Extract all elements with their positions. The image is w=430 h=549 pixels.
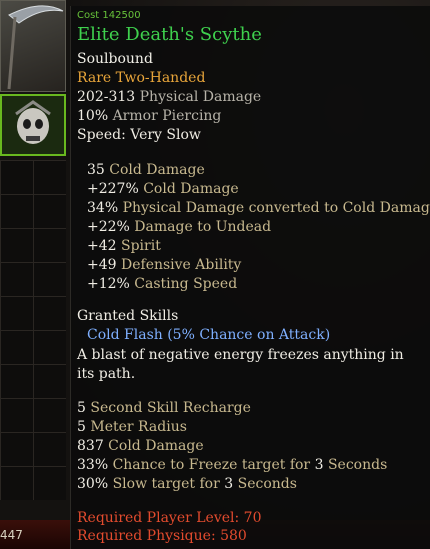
mod-label: Cold Damage [138, 181, 239, 197]
skill-stat-value: 5 [77, 419, 86, 435]
skill-stat-value: 5 [77, 400, 86, 416]
mod-label: Casting Speed [129, 276, 238, 292]
item-mod: +49 Defensive Ability [87, 257, 241, 273]
mod-value: +42 [87, 238, 117, 254]
skill-stat-tail: Seconds [323, 457, 388, 473]
helm-slot[interactable] [0, 94, 66, 156]
item-mod: 34% Physical Damage converted to Cold Da… [87, 200, 430, 216]
mod-value: 35 [87, 162, 105, 178]
inventory-grid[interactable] [0, 160, 66, 500]
base-stat: 202-313 Physical Damage [77, 89, 261, 105]
mod-value: +12% [87, 276, 130, 292]
item-tooltip: Cost 142500 Elite Death's Scythe Soulbou… [70, 6, 430, 549]
mod-label: Spirit [116, 238, 161, 254]
skill-stat-value: 837 [77, 438, 104, 454]
item-mod: +42 Spirit [87, 238, 161, 254]
scythe-icon [7, 5, 64, 90]
requirement-level: Required Player Level: 70 [77, 510, 262, 526]
requirement-physique: Required Physique: 580 [77, 528, 247, 544]
gold-count: 447 [0, 528, 23, 542]
skill-stat-label: Cold Damage [103, 438, 204, 454]
skill-description: A blast of negative energy freezes anyth… [77, 347, 404, 382]
stat-value: Speed: Very Slow [77, 127, 201, 143]
skill-stat-extra: 3 [224, 476, 234, 492]
base-stat: 10% Armor Piercing [77, 108, 221, 124]
weapon-slot[interactable] [0, 0, 66, 92]
mod-value: +49 [87, 257, 117, 273]
skill-stat-value: 30% [77, 476, 109, 492]
item-cost: Cost 142500 [77, 10, 141, 21]
stat-label: Physical Damage [135, 89, 262, 105]
item-mod: +22% Damage to Undead [87, 219, 271, 235]
skill-stat-value: 33% [77, 457, 109, 473]
skill-stat-label: Chance to Freeze target for [108, 457, 315, 473]
skill-stat: 5 Second Skill Recharge [77, 400, 251, 416]
item-mod: +227% Cold Damage [87, 181, 239, 197]
item-mod: 35 Cold Damage [87, 162, 205, 178]
mod-value: 34% [87, 200, 119, 216]
item-rarity: Rare Two-Handed [77, 70, 206, 86]
base-stat: Speed: Very Slow [77, 127, 201, 143]
stat-value: 202-313 [77, 89, 136, 105]
skill-stat-tail: Seconds [233, 476, 297, 492]
item-mod: +12% Casting Speed [87, 276, 237, 292]
skill-stat: 5 Meter Radius [77, 419, 187, 435]
skill-stat: 837 Cold Damage [77, 438, 204, 454]
item-name: Elite Death's Scythe [77, 24, 262, 45]
stat-label: Armor Piercing [108, 108, 222, 124]
skill-stat-label: Slow target for [108, 476, 225, 492]
skill-stat-label: Meter Radius [85, 419, 187, 435]
mod-value: +227% [87, 181, 139, 197]
mod-label: Physical Damage converted to Cold Damage [118, 200, 430, 216]
skill-stat-label: Second Skill Recharge [85, 400, 251, 416]
mod-label: Cold Damage [104, 162, 205, 178]
item-binding: Soulbound [77, 51, 153, 67]
skill-name: Cold Flash (5% Chance on Attack) [87, 327, 331, 343]
skill-stat-extra: 3 [314, 457, 324, 473]
skill-stat: 33% Chance to Freeze target for 3 Second… [77, 457, 387, 473]
skull-helm-icon [15, 100, 51, 144]
mod-value: +22% [87, 219, 130, 235]
skill-stat: 30% Slow target for 3 Seconds [77, 476, 297, 492]
mod-label: Damage to Undead [129, 219, 272, 235]
stat-value: 10% [77, 108, 109, 124]
mod-label: Defensive Ability [116, 257, 242, 273]
granted-skills-header: Granted Skills [77, 308, 179, 324]
